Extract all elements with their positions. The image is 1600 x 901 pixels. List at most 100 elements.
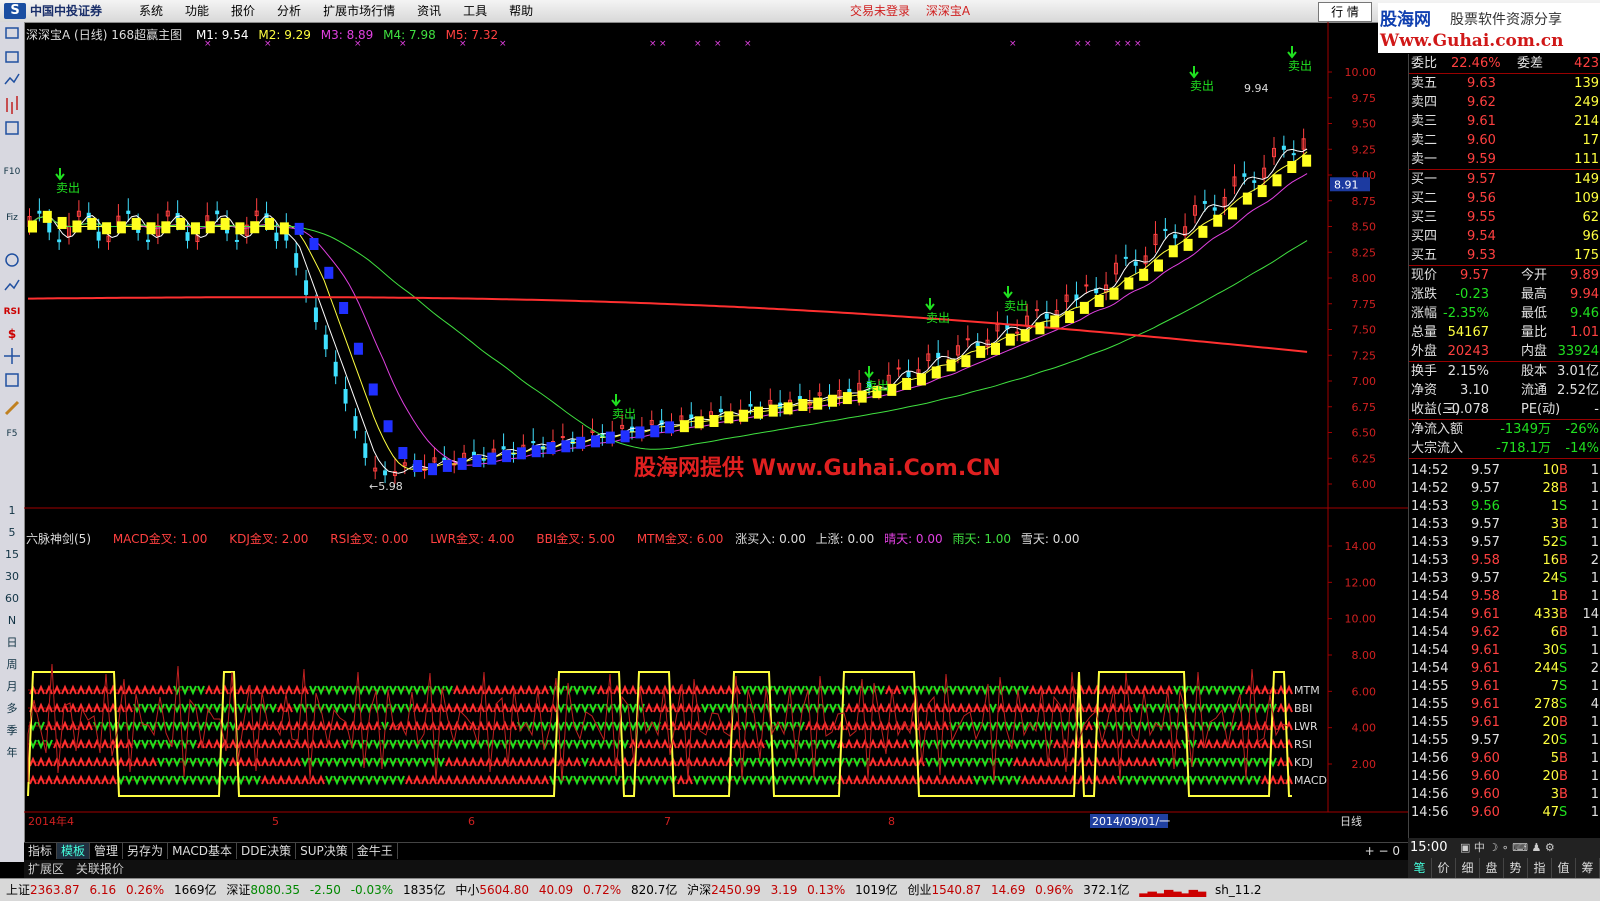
- tick-row[interactable]: 14:53 9.58 16 B 2: [1409, 551, 1600, 570]
- qtab-trend[interactable]: 势: [1504, 858, 1528, 878]
- qtab-tick[interactable]: 笔: [1408, 858, 1432, 878]
- tab-jinniuwang[interactable]: 金牛王: [353, 843, 398, 859]
- tool-icons[interactable]: F10 Fiz RSI $ F5: [0, 22, 24, 500]
- stat-row[interactable]: 总量 54167 量比 1.01: [1409, 323, 1600, 342]
- related-quote-tab[interactable]: 关联报价: [72, 860, 128, 878]
- candle-body: [1242, 173, 1247, 177]
- menu-info[interactable]: 资讯: [406, 0, 452, 22]
- tick-row[interactable]: 14:55 9.61 20 B 1: [1409, 713, 1600, 732]
- tick-row[interactable]: 14:54 9.61 30 S 1: [1409, 641, 1600, 660]
- zx-name[interactable]: 中小: [455, 883, 479, 897]
- stat2-value: 2.15%: [1447, 364, 1489, 379]
- candle-body: [1034, 309, 1039, 312]
- period-n[interactable]: N: [0, 610, 24, 632]
- period-15min[interactable]: 15: [0, 544, 24, 566]
- stat2-row[interactable]: 净资 3.10 流通 2.52亿: [1409, 381, 1600, 400]
- tick-row[interactable]: 14:53 9.57 52 S 1: [1409, 533, 1600, 552]
- weibi-row[interactable]: 委比 22.46% 委差 423: [1409, 54, 1600, 73]
- period-year[interactable]: 年: [0, 742, 24, 764]
- flow-row[interactable]: 大宗流入 -718.1万 -14%: [1409, 439, 1600, 458]
- qtab-board[interactable]: 盘: [1480, 858, 1504, 878]
- hs-name[interactable]: 沪深: [687, 883, 711, 897]
- tick-row[interactable]: 14:52 9.57 10 B 1: [1409, 461, 1600, 480]
- tick-row[interactable]: 14:54 9.61 244 S 2: [1409, 659, 1600, 678]
- period-30min[interactable]: 30: [0, 566, 24, 588]
- menu-extended-market[interactable]: 扩展市场行情: [312, 0, 406, 22]
- menu-tools[interactable]: 工具: [452, 0, 498, 22]
- ask-row[interactable]: 卖五 9.63 139: [1409, 74, 1600, 93]
- tab-indicator[interactable]: 指标: [24, 843, 58, 859]
- stat-row[interactable]: 涨幅 -2.35% 最低 9.46: [1409, 304, 1600, 323]
- flow-row[interactable]: 净流入额 -1349万 -26%: [1409, 420, 1600, 439]
- period-5min[interactable]: 5: [0, 522, 24, 544]
- tick-row[interactable]: 14:53 9.57 3 B 1: [1409, 515, 1600, 534]
- ask-row[interactable]: 卖三 9.61 214: [1409, 112, 1600, 131]
- login-status[interactable]: 交易未登录: [850, 4, 910, 18]
- bid-row[interactable]: 买二 9.56 109: [1409, 189, 1600, 208]
- period-week[interactable]: 周: [0, 654, 24, 676]
- indicator-name[interactable]: 六脉神剑(5): [26, 532, 91, 546]
- menu-quote[interactable]: 报价: [220, 0, 266, 22]
- period-quarter[interactable]: 季: [0, 720, 24, 742]
- bid-row[interactable]: 买五 9.53 175: [1409, 246, 1600, 265]
- bid-row[interactable]: 买一 9.57 149: [1409, 170, 1600, 189]
- period-multi[interactable]: 多: [0, 698, 24, 720]
- ask-row[interactable]: 卖二 9.60 17: [1409, 131, 1600, 150]
- candle-body: [1123, 256, 1128, 259]
- period-day[interactable]: 日: [0, 632, 24, 654]
- tick-row[interactable]: 14:52 9.57 28 B 1: [1409, 479, 1600, 498]
- stat-row[interactable]: 涨跌 -0.23 最高 9.94: [1409, 285, 1600, 304]
- tick-row[interactable]: 14:56 9.60 47 S 1: [1409, 803, 1600, 822]
- tick-row[interactable]: 14:54 9.58 1 B 1: [1409, 587, 1600, 606]
- chart-area[interactable]: 10.00 9.75 9.50 9.25 9.00 8.75 8.50 8.25 8.00 7.7…: [24, 22, 1408, 842]
- period-month[interactable]: 月: [0, 676, 24, 698]
- tab-template[interactable]: 模板: [57, 843, 91, 859]
- tick-row[interactable]: 14:55 9.61 7 S 1: [1409, 677, 1600, 696]
- bid-row[interactable]: 买三 9.55 62: [1409, 208, 1600, 227]
- ind-tick-label: 12.00: [1345, 576, 1377, 589]
- tick-time: 14:53: [1411, 499, 1449, 514]
- menu-function[interactable]: 功能: [174, 0, 220, 22]
- tab-sup[interactable]: SUP决策: [296, 843, 353, 859]
- qtab-detail[interactable]: 细: [1456, 858, 1480, 878]
- kline-chart-svg[interactable]: 10.009.759.509.259.008.758.508.258.007.7…: [24, 22, 1408, 842]
- ext-area-tab[interactable]: 扩展区: [24, 860, 68, 878]
- tab-manage[interactable]: 管理: [90, 843, 124, 859]
- ask-row[interactable]: 卖一 9.59 111: [1409, 150, 1600, 169]
- qtab-price[interactable]: 价: [1432, 858, 1456, 878]
- zoom-controls[interactable]: + − 0: [1361, 843, 1404, 859]
- period-60min[interactable]: 60: [0, 588, 24, 610]
- qtab-index[interactable]: 指: [1528, 858, 1552, 878]
- tick-row[interactable]: 14:53 9.56 1 S 1: [1409, 497, 1600, 516]
- stat-row[interactable]: 现价 9.57 今开 9.89: [1409, 266, 1600, 285]
- tick-row[interactable]: 14:55 9.61 278 S 4: [1409, 695, 1600, 714]
- tick-row[interactable]: 14:56 9.60 5 B 1: [1409, 749, 1600, 768]
- menu-analysis[interactable]: 分析: [266, 0, 312, 22]
- qtab-value[interactable]: 值: [1552, 858, 1576, 878]
- tab-dde[interactable]: DDE决策: [237, 843, 297, 859]
- stat2-label2: 股本: [1521, 364, 1548, 379]
- footer-icons[interactable]: ▣ 中 ☽ ∘ ⌨ ♟ ⚙: [1460, 838, 1555, 858]
- sh-name[interactable]: 上证: [6, 883, 30, 897]
- stat-row[interactable]: 外盘 20243 内盘 33924: [1409, 342, 1600, 361]
- tick-row[interactable]: 14:55 9.57 20 S 1: [1409, 731, 1600, 750]
- signal-marker: ×: [1124, 39, 1132, 49]
- tick-row[interactable]: 14:54 9.62 6 B 1: [1409, 623, 1600, 642]
- tick-row[interactable]: 14:56 9.60 3 B 1: [1409, 785, 1600, 804]
- bid-row[interactable]: 买四 9.54 96: [1409, 227, 1600, 246]
- tick-row[interactable]: 14:54 9.61 433 B 14: [1409, 605, 1600, 624]
- tab-macd-basic[interactable]: MACD基本: [168, 843, 238, 859]
- tick-row[interactable]: 14:53 9.57 24 S 1: [1409, 569, 1600, 588]
- menu-help[interactable]: 帮助: [498, 0, 544, 22]
- qtab-chip[interactable]: 筹: [1576, 858, 1600, 878]
- menu-system[interactable]: 系统: [128, 0, 174, 22]
- tick-row[interactable]: 14:56 9.60 20 B 1: [1409, 767, 1600, 786]
- tab-save-as[interactable]: 另存为: [123, 843, 169, 859]
- sz-name[interactable]: 深证: [226, 883, 250, 897]
- period-1min[interactable]: 1: [0, 500, 24, 522]
- cy-name[interactable]: 创业: [908, 883, 932, 897]
- ask-row[interactable]: 卖四 9.62 249: [1409, 93, 1600, 112]
- market-button[interactable]: 行 情: [1318, 2, 1372, 22]
- stat2-row[interactable]: 换手 2.15% 股本 3.01亿: [1409, 362, 1600, 381]
- stat2-row[interactable]: 收益(三) -0.078 PE(动) -: [1409, 400, 1600, 419]
